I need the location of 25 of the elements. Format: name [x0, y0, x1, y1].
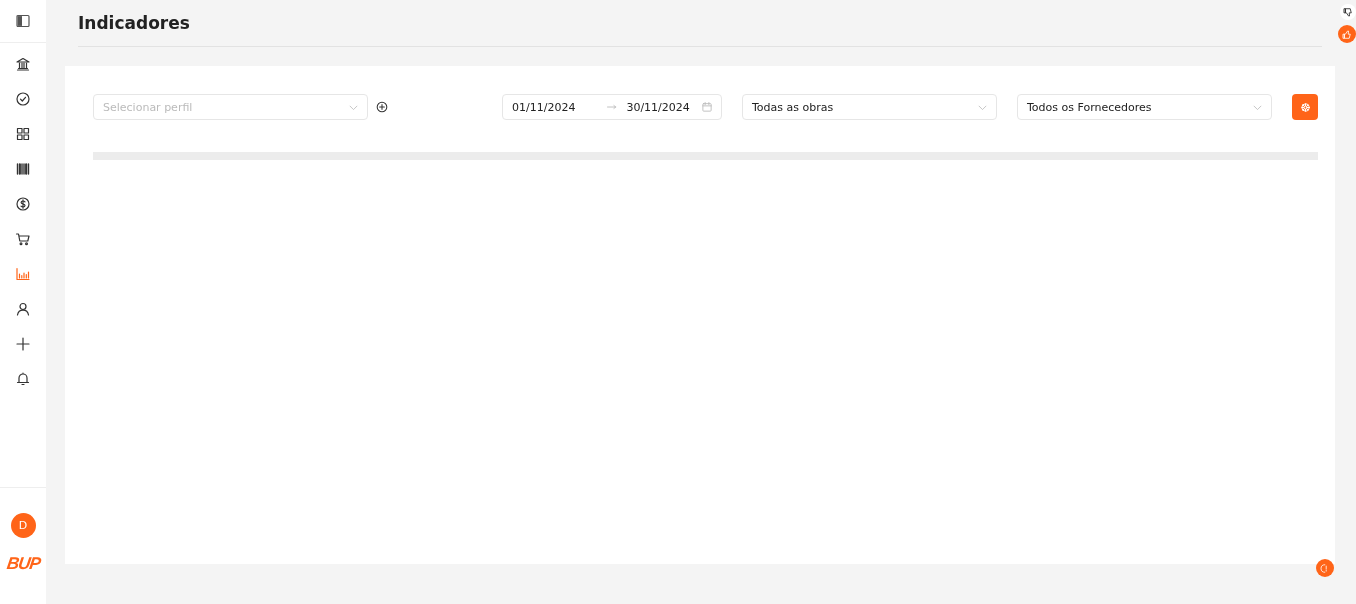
add-circle-icon[interactable] — [375, 100, 389, 114]
user-icon — [15, 301, 31, 317]
thumbs-up-button[interactable] — [1338, 25, 1356, 43]
calendar-icon — [701, 101, 713, 113]
thumbs-down-button[interactable] — [1340, 4, 1356, 20]
barcode-icon — [15, 161, 31, 177]
works-select[interactable]: Todas as obras — [742, 94, 997, 120]
knot-icon — [1298, 100, 1312, 114]
logo: BUP — [5, 554, 41, 574]
bank-icon — [15, 56, 31, 72]
bar-chart-icon — [15, 266, 31, 282]
ai-button[interactable] — [1292, 94, 1318, 120]
suppliers-select[interactable]: Todos os Fornecedores — [1017, 94, 1272, 120]
sidebar-toggle-icon[interactable] — [15, 13, 31, 29]
alert-button[interactable] — [1316, 559, 1334, 577]
thumbs-down-icon — [1342, 6, 1354, 18]
check-circle-icon — [15, 91, 31, 107]
cart-icon — [15, 231, 31, 247]
grid-icon — [15, 126, 31, 142]
thumbs-up-icon — [1341, 28, 1353, 40]
date-range-field[interactable]: 01/11/2024 30/11/2024 — [502, 94, 722, 120]
bell-icon — [15, 371, 31, 387]
plus-icon — [15, 336, 31, 352]
dollar-icon — [15, 196, 31, 212]
page-title: Indicadores — [78, 13, 190, 33]
